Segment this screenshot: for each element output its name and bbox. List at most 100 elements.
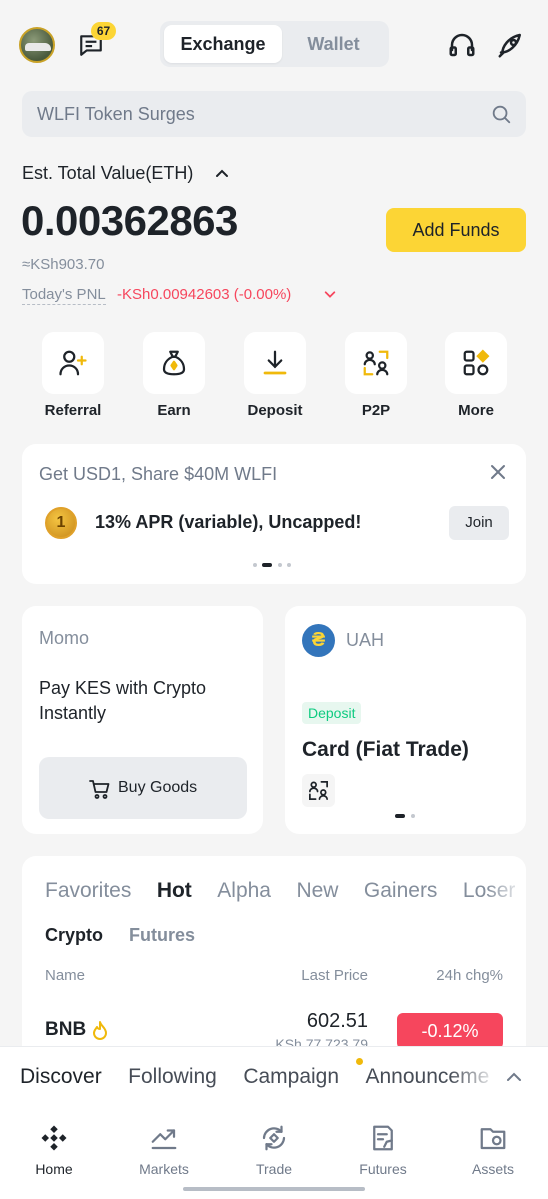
quick-action-label: Referral (44, 402, 102, 419)
nav-home[interactable]: Home (9, 1123, 99, 1177)
carousel-dot (287, 563, 291, 567)
promo-banner[interactable]: Get USD1, Share $40M WLFI 1 13% APR (var… (22, 444, 526, 584)
uah-title: UAH (346, 630, 385, 650)
nav-label: Futures (359, 1161, 407, 1177)
subtab-futures[interactable]: Futures (129, 925, 195, 946)
rocket-icon[interactable] (496, 30, 526, 60)
exchange-wallet-switch: Exchange Wallet (160, 21, 389, 67)
tab-exchange[interactable]: Exchange (164, 25, 282, 63)
nav-label: Markets (139, 1161, 189, 1177)
pnl-label[interactable]: Today's PNL (22, 286, 106, 305)
add-funds-button[interactable]: Add Funds (386, 208, 526, 252)
total-balance: 0.00362863 (21, 197, 238, 244)
quick-action-label: Earn (157, 402, 191, 419)
chevron-up-icon[interactable] (214, 166, 230, 182)
deposit-tag: Deposit (302, 702, 362, 724)
nav-label: Trade (255, 1161, 293, 1177)
quick-action-label: P2P (361, 402, 391, 419)
flame-icon (93, 1021, 107, 1040)
quick-action-label: Deposit (247, 402, 303, 419)
nav-assets[interactable]: Assets (448, 1123, 538, 1177)
promo-text: 13% APR (variable), Uncapped! (95, 512, 362, 532)
join-button[interactable]: Join (449, 506, 509, 540)
tab-new[interactable]: New (296, 879, 338, 903)
tab-following[interactable]: Following (128, 1065, 217, 1089)
bottom-sheet: Discover Following Campaign Announcement… (0, 1046, 548, 1199)
deposit-icon (263, 350, 287, 375)
avatar[interactable] (19, 27, 55, 63)
uah-currency-icon: ₴ (302, 624, 335, 657)
tabs-fade (486, 874, 526, 908)
tab-favorites[interactable]: Favorites (45, 879, 131, 903)
fiat-equivalent: ≈KSh903.70 (22, 256, 105, 273)
momo-card[interactable]: Momo Pay KES with Crypto Instantly Buy G… (22, 606, 263, 834)
market-panel: Favorites Hot Alpha New Gainers Losers C… (22, 856, 526, 1056)
top-bar: 67 Exchange Wallet (0, 0, 548, 90)
headset-icon[interactable] (447, 30, 477, 60)
search-input[interactable]: WLFI Token Surges (37, 104, 195, 125)
carousel-dot (278, 563, 282, 567)
nav-futures[interactable]: Futures (338, 1123, 428, 1177)
last-price: 602.51 (306, 1010, 368, 1032)
cart-icon (89, 780, 110, 799)
momo-title: Momo (39, 628, 90, 648)
assets-icon (480, 1128, 506, 1150)
nav-trade[interactable]: Trade (229, 1123, 319, 1177)
quick-action-referral[interactable]: Referral (41, 332, 105, 419)
referral-icon (59, 350, 87, 376)
column-change[interactable]: 24h chg% (436, 967, 503, 984)
uah-card[interactable]: ₴ UAH Deposit Card (Fiat Trade) (285, 606, 526, 834)
carousel-dot (411, 814, 415, 818)
subtab-crypto[interactable]: Crypto (45, 925, 103, 946)
nav-label: Assets (471, 1161, 514, 1177)
home-icon (41, 1125, 67, 1151)
buy-goods-button[interactable]: Buy Goods (39, 757, 247, 819)
buy-goods-label: Buy Goods (118, 779, 198, 796)
change-badge[interactable]: -0.12% (397, 1013, 503, 1049)
discover-tabs: Discover Following Campaign Announcement… (20, 1065, 490, 1089)
search-icon[interactable] (490, 103, 512, 125)
quick-action-more[interactable]: More (444, 332, 508, 419)
tab-discover[interactable]: Discover (20, 1065, 102, 1089)
tab-wallet[interactable]: Wallet (282, 25, 385, 63)
market-tabs: Favorites Hot Alpha New Gainers Losers (45, 879, 515, 903)
p2p-icon (309, 781, 328, 800)
tab-gainers[interactable]: Gainers (364, 879, 438, 903)
p2p-icon (363, 350, 389, 376)
column-name[interactable]: Name (45, 967, 85, 984)
search-bar[interactable]: WLFI Token Surges (22, 91, 526, 137)
tab-alpha[interactable]: Alpha (217, 879, 271, 903)
quick-action-p2p[interactable]: P2P (344, 332, 408, 419)
markets-icon (151, 1129, 177, 1150)
p2p-mini-button[interactable] (302, 774, 335, 807)
earn-icon (162, 350, 186, 376)
coin-symbol[interactable]: BNB (45, 1019, 86, 1041)
quick-action-deposit[interactable]: Deposit (243, 332, 307, 419)
column-last-price[interactable]: Last Price (301, 967, 368, 984)
nav-markets[interactable]: Markets (119, 1123, 209, 1177)
pnl-value[interactable]: -KSh0.00942603 (-0.00%) (117, 286, 291, 303)
chevron-up-icon[interactable] (504, 1067, 524, 1087)
new-dot (356, 1058, 363, 1065)
quick-action-label: More (458, 402, 494, 419)
quick-action-earn[interactable]: Earn (142, 332, 206, 419)
notification-badge: 67 (91, 22, 116, 40)
tabs-fade (450, 1061, 498, 1097)
usd1-coin-icon: 1 (45, 507, 77, 539)
est-total-value-label[interactable]: Est. Total Value(ETH) (22, 163, 193, 184)
nav-label: Home (35, 1161, 73, 1177)
close-icon[interactable] (488, 462, 508, 482)
trade-icon (262, 1125, 286, 1151)
fiat-trade-heading: Card (Fiat Trade) (302, 738, 469, 761)
carousel-dot-active (395, 814, 405, 818)
momo-description: Pay KES with Crypto Instantly (39, 678, 207, 723)
more-icon (463, 349, 490, 376)
tab-hot[interactable]: Hot (157, 879, 192, 903)
chevron-down-icon[interactable] (323, 287, 337, 301)
home-indicator (183, 1187, 365, 1191)
tab-campaign[interactable]: Campaign (243, 1065, 339, 1089)
carousel-dot (253, 563, 257, 567)
futures-icon (373, 1125, 393, 1151)
carousel-dot-active (262, 563, 272, 567)
promo-title: Get USD1, Share $40M WLFI (39, 464, 278, 484)
